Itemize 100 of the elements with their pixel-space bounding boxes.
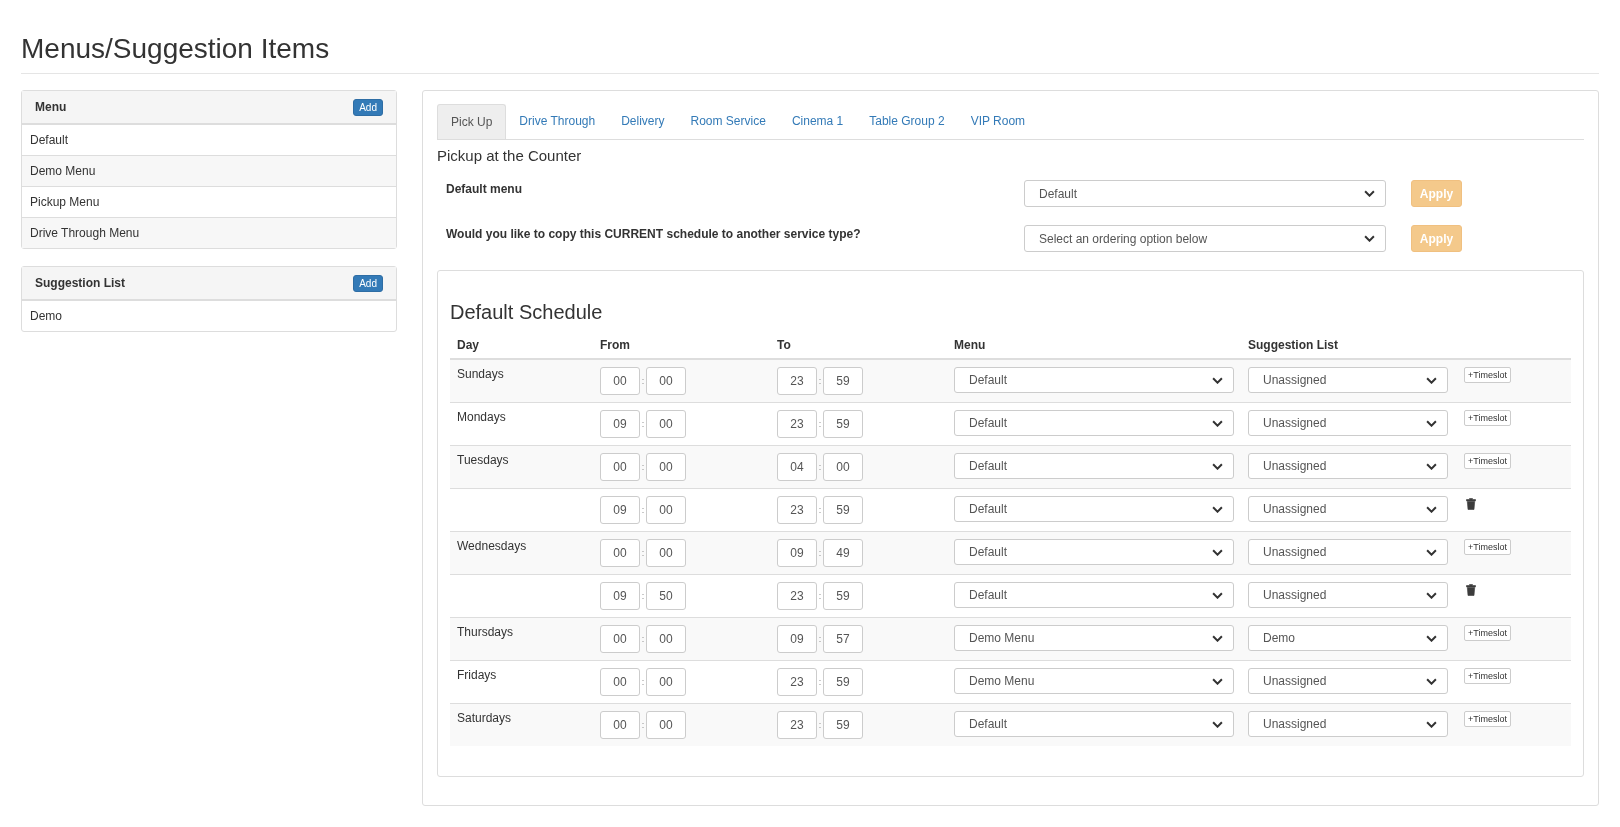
chevron-down-icon [1426,591,1437,599]
hour-field[interactable]: 23 [777,711,817,739]
suggestion-select[interactable]: Unassigned [1248,711,1448,737]
suggestion-select[interactable]: Unassigned [1248,668,1448,694]
chevron-down-icon [1212,419,1223,427]
minute-field[interactable]: 00 [646,711,686,739]
tab[interactable]: VIP Room [957,104,1039,139]
add-timeslot-button[interactable]: +Timeslot [1464,711,1511,727]
time-separator: : [817,505,823,515]
column-header: Menu [954,338,986,352]
hour-field[interactable]: 00 [600,367,640,395]
menu-select[interactable]: Default [954,367,1234,393]
hour-field[interactable]: 23 [777,582,817,610]
day-label: Saturdays [457,711,512,725]
day-label: Tuesdays [457,453,509,467]
time-separator: : [817,462,823,472]
minute-field[interactable]: 00 [646,668,686,696]
hour-field[interactable]: 09 [777,625,817,653]
hour-field[interactable]: 23 [777,496,817,524]
tab[interactable]: Drive Through [506,104,609,139]
list-item[interactable]: Demo Menu [22,155,396,186]
tab[interactable]: Table Group 2 [856,104,958,139]
add-timeslot-button[interactable]: +Timeslot [1464,410,1511,426]
select-field[interactable]: Select an ordering option below [1024,225,1386,252]
column-header: To [777,338,791,352]
add-timeslot-button[interactable]: +Timeslot [1464,668,1511,684]
minute-field[interactable]: 57 [823,625,863,653]
trash-icon[interactable] [1466,584,1476,596]
menu-select[interactable]: Demo Menu [954,668,1234,694]
chevron-down-icon [1426,720,1437,728]
menu-select[interactable]: Default [954,410,1234,436]
menu-select[interactable]: Default [954,453,1234,479]
add-timeslot-button[interactable]: +Timeslot [1464,539,1511,555]
hour-field[interactable]: 09 [600,496,640,524]
minute-field[interactable]: 50 [646,582,686,610]
tab[interactable]: Cinema 1 [778,104,857,139]
hour-field[interactable]: 00 [600,625,640,653]
tab[interactable]: Delivery [608,104,678,139]
suggestion-select[interactable]: Unassigned [1248,496,1448,522]
minute-field[interactable]: 59 [823,582,863,610]
suggestion-select[interactable]: Unassigned [1248,582,1448,608]
hour-field[interactable]: 23 [777,367,817,395]
add-button[interactable]: Add [353,98,383,116]
hour-field[interactable]: 09 [600,410,640,438]
tab[interactable]: Room Service [677,104,779,139]
time-separator: : [640,462,646,472]
add-timeslot-button[interactable]: +Timeslot [1464,625,1511,641]
minute-field[interactable]: 59 [823,711,863,739]
menu-select[interactable]: Default [954,711,1234,737]
add-timeslot-button[interactable]: +Timeslot [1464,367,1511,383]
list-item[interactable]: Demo [22,301,396,331]
list-item[interactable]: Drive Through Menu [22,217,396,248]
chevron-down-icon [1212,462,1223,470]
hour-field[interactable]: 00 [600,711,640,739]
chevron-down-icon [1426,419,1437,427]
hour-field[interactable]: 09 [600,582,640,610]
hour-field[interactable]: 23 [777,668,817,696]
select-field[interactable]: Default [1024,180,1386,207]
hour-field[interactable]: 09 [777,539,817,567]
time-separator: : [817,419,823,429]
trash-icon[interactable] [1466,498,1476,510]
add-button[interactable]: Add [353,274,383,292]
time-separator: : [640,419,646,429]
suggestion-select[interactable]: Unassigned [1248,367,1448,393]
menu-select[interactable]: Default [954,582,1234,608]
suggestion-select[interactable]: Demo [1248,625,1448,651]
time-separator: : [817,591,823,601]
hour-field[interactable]: 00 [600,668,640,696]
tab[interactable]: Pick Up [437,104,507,139]
suggestion-select[interactable]: Unassigned [1248,453,1448,479]
minute-field[interactable]: 59 [823,410,863,438]
chevron-down-icon [1426,548,1437,556]
minute-field[interactable]: 00 [646,453,686,481]
minute-field[interactable]: 59 [823,496,863,524]
minute-field[interactable]: 59 [823,367,863,395]
suggestion-select[interactable]: Unassigned [1248,410,1448,436]
menu-select[interactable]: Default [954,496,1234,522]
day-label: Sundays [457,367,504,381]
hour-field[interactable]: 04 [777,453,817,481]
add-timeslot-button[interactable]: +Timeslot [1464,453,1511,469]
minute-field[interactable]: 00 [646,496,686,524]
minute-field[interactable]: 00 [646,539,686,567]
minute-field[interactable]: 00 [646,410,686,438]
time-separator: : [640,634,646,644]
list-item[interactable]: Default [22,125,396,155]
hour-field[interactable]: 00 [600,539,640,567]
minute-field[interactable]: 00 [823,453,863,481]
chevron-down-icon [1364,190,1375,197]
time-separator: : [817,634,823,644]
hour-field[interactable]: 00 [600,453,640,481]
setting-label: Would you like to copy this CURRENT schedule to another service type? [446,226,862,241]
minute-field[interactable]: 59 [823,668,863,696]
hour-field[interactable]: 23 [777,410,817,438]
time-separator: : [817,677,823,687]
minute-field[interactable]: 49 [823,539,863,567]
minute-field[interactable]: 00 [646,367,686,395]
menu-select[interactable]: Default [954,539,1234,565]
suggestion-select[interactable]: Unassigned [1248,539,1448,565]
menu-select[interactable]: Demo Menu [954,625,1234,651]
minute-field[interactable]: 00 [646,625,686,653]
